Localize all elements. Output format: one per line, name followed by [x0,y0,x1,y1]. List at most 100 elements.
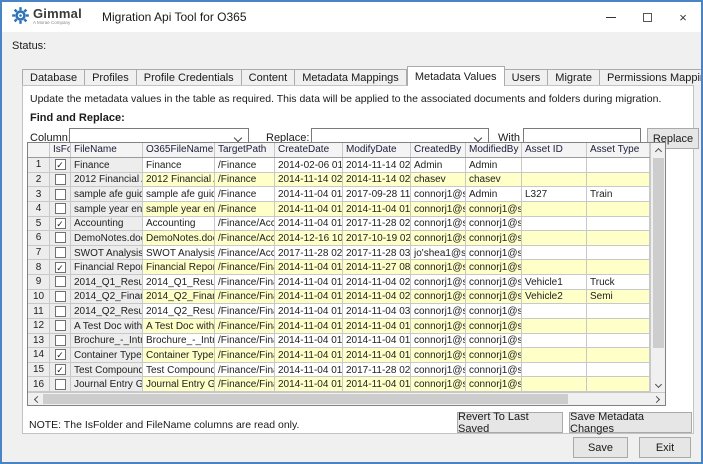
scroll-left-icon[interactable] [28,393,43,405]
grid-cell-targetpath[interactable]: /Finance/Financi... [215,363,275,378]
row-number-cell[interactable]: 4 [28,202,50,217]
column-header-asset-id[interactable]: Asset ID [522,143,587,157]
tab-content[interactable]: Content [242,69,296,86]
column-header-rownum[interactable] [28,143,50,157]
grid-cell-createdate[interactable]: 2014-02-06 01:4... [275,158,343,173]
column-header-isfol[interactable]: IsFol [50,143,71,157]
grid-cell-asset-type[interactable] [587,260,650,275]
grid-cell-asset-type[interactable] [587,173,650,188]
row-number-cell[interactable]: 5 [28,217,50,232]
grid-cell-createdate[interactable]: 2014-11-04 01:3... [275,260,343,275]
grid-cell-modifydate[interactable]: 2017-11-28 02:2... [343,217,411,232]
grid-cell-createdate[interactable]: 2014-11-04 01:4... [275,334,343,349]
isfol-checkbox[interactable] [55,189,66,200]
grid-cell-modifiedby[interactable]: connorj1@strate... [466,348,522,363]
grid-cell-createdby[interactable]: connorj1@strate... [411,290,466,305]
row-number-cell[interactable]: 11 [28,304,50,319]
grid-cell-modifiedby[interactable]: connorj1@strate... [466,275,522,290]
grid-cell-asset-id[interactable] [522,319,587,334]
grid-cell-modifydate[interactable]: 2017-11-28 02:2... [343,363,411,378]
grid-cell-o365filename[interactable]: Test Compound ... [143,363,215,378]
grid-cell-modifydate[interactable]: 2014-11-04 02:5... [343,290,411,305]
isfol-checkbox[interactable] [55,291,66,302]
grid-cell-targetpath[interactable]: /Finance/Financi... [215,275,275,290]
grid-cell-targetpath[interactable]: /Finance/Accou... [215,217,275,232]
grid-cell-modifydate[interactable]: 2017-09-28 11:2... [343,187,411,202]
isfol-checkbox[interactable] [55,306,66,317]
grid-cell-modifiedby[interactable]: chasev [466,173,522,188]
row-number-cell[interactable]: 13 [28,334,50,349]
grid-cell-createdby[interactable]: connorj1@strate... [411,304,466,319]
grid-cell-asset-id[interactable] [522,363,587,378]
grid-cell-targetpath[interactable]: /Finance/Financi... [215,304,275,319]
grid-cell-asset-id[interactable] [522,334,587,349]
grid-cell-asset-id[interactable] [522,231,587,246]
isfol-checkbox[interactable] [55,203,66,214]
grid-cell-asset-id[interactable] [522,260,587,275]
grid-cell-modifiedby[interactable]: Admin [466,187,522,202]
grid-cell-targetpath[interactable]: /Finance/Financi... [215,377,275,392]
save-button[interactable]: Save [573,437,628,458]
grid-cell-o365filename[interactable]: sample year end f... [143,202,215,217]
grid-cell-createdate[interactable]: 2014-11-04 01:4... [275,319,343,334]
grid-cell-createdby[interactable]: connorj1@strate... [411,217,466,232]
column-header-modifiedby[interactable]: ModifiedBy [466,143,522,157]
grid-cell-o365filename[interactable]: SWOT Analysis.d... [143,246,215,261]
scroll-right-icon[interactable] [650,393,665,405]
grid-cell-modifiedby[interactable]: connorj1@strate... [466,377,522,392]
column-header-targetpath[interactable]: TargetPath [215,143,275,157]
tab-profiles[interactable]: Profiles [85,69,137,86]
isfol-checkbox[interactable] [55,379,66,390]
grid-cell-createdate[interactable]: 2014-11-04 01:3... [275,202,343,217]
exit-button[interactable]: Exit [639,437,691,458]
grid-cell-modifydate[interactable]: 2017-11-28 03:0... [343,246,411,261]
grid-cell-createdby[interactable]: Admin [411,158,466,173]
grid-cell-createdby[interactable]: connorj1@strate... [411,319,466,334]
column-header-modifydate[interactable]: ModifyDate [343,143,411,157]
grid-cell-modifydate[interactable]: 2014-11-04 01:4... [343,348,411,363]
grid-cell-targetpath[interactable]: /Finance [215,202,275,217]
column-header-asset-type[interactable]: Asset Type [587,143,650,157]
grid-cell-targetpath[interactable]: /Finance [215,158,275,173]
tab-metadata-mappings[interactable]: Metadata Mappings [295,69,407,86]
grid-cell-asset-id[interactable] [522,348,587,363]
grid-cell-asset-type[interactable] [587,334,650,349]
grid-cell-createdate[interactable]: 2014-11-04 01:3... [275,217,343,232]
grid-cell-modifydate[interactable]: 2014-11-14 02:3... [343,158,411,173]
grid-cell-createdate[interactable]: 2014-11-04 01:4... [275,290,343,305]
tab-metadata-values[interactable]: Metadata Values [407,66,505,86]
scroll-up-icon[interactable] [651,143,665,157]
grid-cell-asset-id[interactable] [522,158,587,173]
grid-cell-o365filename[interactable]: 2014_Q1_Result... [143,275,215,290]
grid-cell-modifydate[interactable]: 2014-11-04 03:0... [343,304,411,319]
grid-cell-asset-id[interactable] [522,173,587,188]
grid-cell-o365filename[interactable]: 2014_Q2_Result... [143,304,215,319]
grid-cell-createdby[interactable]: connorj1@strate... [411,377,466,392]
grid-cell-asset-type[interactable] [587,202,650,217]
grid-cell-modifiedby[interactable]: connorj1@strate... [466,246,522,261]
row-number-cell[interactable]: 3 [28,187,50,202]
isfol-checkbox[interactable]: ✓ [55,262,66,273]
isfol-checkbox[interactable] [55,276,66,287]
isfol-checkbox[interactable]: ✓ [55,159,66,170]
grid-cell-createdby[interactable]: chasev [411,173,466,188]
grid-cell-asset-type[interactable] [587,231,650,246]
grid-cell-createdate[interactable]: 2014-11-14 02:3... [275,173,343,188]
row-number-cell[interactable]: 16 [28,377,50,392]
grid-cell-targetpath[interactable]: /Finance/Accou... [215,231,275,246]
grid-cell-createdby[interactable]: connorj1@strate... [411,334,466,349]
save-metadata-changes-button[interactable]: Save Metadata Changes [569,412,692,433]
maximize-button[interactable] [629,2,665,32]
grid-cell-o365filename[interactable]: 2012 Financial A... [143,173,215,188]
grid-cell-asset-type[interactable]: Train [587,187,650,202]
grid-cell-createdate[interactable]: 2014-11-04 01:4... [275,377,343,392]
grid-cell-modifiedby[interactable]: connorj1@strate... [466,290,522,305]
grid-cell-o365filename[interactable]: Container Type E... [143,348,215,363]
grid-cell-asset-id[interactable]: L327 [522,187,587,202]
row-number-cell[interactable]: 12 [28,319,50,334]
column-header-createdate[interactable]: CreateDate [275,143,343,157]
isfol-checkbox[interactable] [55,174,66,185]
grid-cell-createdby[interactable]: connorj1@strate... [411,231,466,246]
row-number-cell[interactable]: 2 [28,173,50,188]
horizontal-scroll-thumb[interactable] [43,394,568,404]
